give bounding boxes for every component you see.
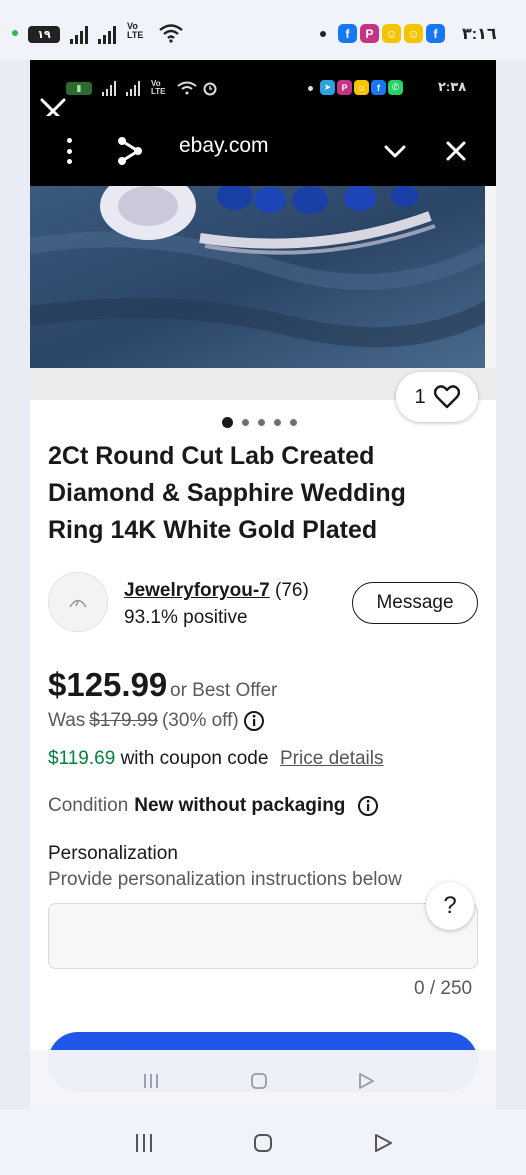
signal-icon (102, 81, 116, 96)
share-icon[interactable] (116, 136, 144, 166)
battery-icon: ١٩ (28, 26, 60, 43)
image-pager (222, 417, 297, 428)
volte-icon: Vo LTE (127, 21, 144, 40)
close-icon[interactable] (444, 138, 468, 164)
back-icon[interactable] (357, 1072, 375, 1090)
battery-icon: ▮ (66, 82, 92, 95)
alarm-icon (203, 82, 217, 96)
coupon-price: $119.69 (48, 748, 116, 769)
telegram-icon: ➤ (320, 80, 335, 95)
pager-dot[interactable] (290, 419, 297, 426)
facebook-icon: f (338, 24, 357, 43)
chevron-down-icon[interactable] (382, 138, 408, 164)
notification-dot (12, 30, 18, 36)
home-icon[interactable] (250, 1072, 268, 1090)
snapchat-icon: ☺ (404, 24, 423, 43)
current-price: $125.99 (48, 666, 168, 703)
best-offer-text: or Best Offer (170, 680, 278, 701)
notification-dot (308, 86, 313, 91)
product-image[interactable] (30, 186, 496, 368)
signal-icon (126, 81, 140, 96)
signal-icon (70, 26, 88, 44)
wifi-icon (177, 81, 197, 95)
volte-icon: Vo LTE (151, 79, 166, 96)
picsart-icon: P (337, 80, 352, 95)
notification-dot (320, 31, 326, 37)
message-button[interactable]: Message (352, 582, 478, 624)
was-label: Was (48, 710, 86, 731)
snapchat-icon: ☺ (382, 24, 401, 43)
signal-icon (98, 26, 116, 44)
outer-status-bar: ١٩ Vo LTE f P ☺ ☺ f ٣:١٦ (0, 0, 526, 60)
pager-dot[interactable] (222, 417, 233, 428)
inner-screen: ▮ Vo LTE ➤ P ☺ f ✆ ٢:٣٨ ebay.com 1 2Ct R… (30, 60, 496, 1110)
clock: ٣:١٦ (462, 26, 497, 43)
notification-app-icons: ➤ P ☺ f ✆ (320, 80, 403, 95)
discount-percent: (30% off) (161, 710, 239, 731)
notification-app-icons: f P ☺ ☺ f (338, 24, 445, 43)
store-icon (69, 599, 87, 608)
clock: ٢:٣٨ (438, 79, 467, 94)
condition-row: Condition New without packaging (48, 795, 379, 817)
back-icon[interactable] (372, 1132, 394, 1154)
whatsapp-icon: ✆ (388, 80, 403, 95)
info-icon[interactable] (357, 795, 379, 817)
picsart-icon: P (360, 24, 379, 43)
info-icon[interactable] (243, 710, 265, 732)
condition-label: Condition (48, 795, 129, 816)
seller-positive-rating: 93.1% positive (124, 607, 248, 628)
price-details-link[interactable]: Price details (280, 748, 384, 770)
pager-dot[interactable] (274, 419, 281, 426)
character-counter: 0 / 250 (414, 978, 473, 999)
personalization-label: Personalization (48, 843, 178, 864)
battery-level: ١٩ (37, 29, 51, 41)
pager-dot[interactable] (258, 419, 265, 426)
more-options-icon[interactable] (64, 138, 74, 164)
was-price: $179.99 (89, 710, 158, 731)
watch-button[interactable]: 1 (396, 372, 478, 422)
personalization-input[interactable] (48, 903, 478, 969)
home-icon[interactable] (252, 1132, 274, 1154)
avatar[interactable] (48, 572, 108, 632)
pager-dot[interactable] (242, 419, 249, 426)
help-button[interactable]: ? (426, 882, 474, 930)
condition-value: New without packaging (134, 795, 346, 816)
browser-toolbar: ebay.com (30, 116, 496, 186)
coupon-text: with coupon code (120, 748, 269, 769)
snapchat-icon: ☺ (354, 80, 369, 95)
facebook-icon: f (426, 24, 445, 43)
personalization-hint: Provide personalization instructions bel… (48, 869, 402, 890)
inner-navigation-bar (30, 1050, 496, 1110)
facebook-icon: f (371, 80, 386, 95)
seller-info: Jewelryforyou-7 (76) (124, 580, 309, 602)
wifi-icon (159, 24, 183, 43)
inner-status-bar: ▮ Vo LTE ➤ P ☺ f ✆ ٢:٣٨ (30, 60, 496, 116)
was-price-row: Was $179.99 (30% off) (48, 710, 265, 732)
seller-feedback-score: (76) (275, 580, 309, 601)
listing-title: 2Ct Round Cut Lab Created Diamond & Sapp… (48, 442, 406, 544)
navigation-bar (0, 1110, 526, 1175)
watch-count: 1 (414, 385, 426, 408)
seller-name-link[interactable]: Jewelryforyou-7 (124, 580, 270, 601)
coupon-row: $119.69 with coupon code (48, 748, 268, 770)
recent-apps-icon[interactable] (142, 1072, 160, 1090)
url-text[interactable]: ebay.com (179, 134, 269, 158)
heart-icon (433, 385, 460, 409)
recent-apps-icon[interactable] (133, 1132, 155, 1154)
